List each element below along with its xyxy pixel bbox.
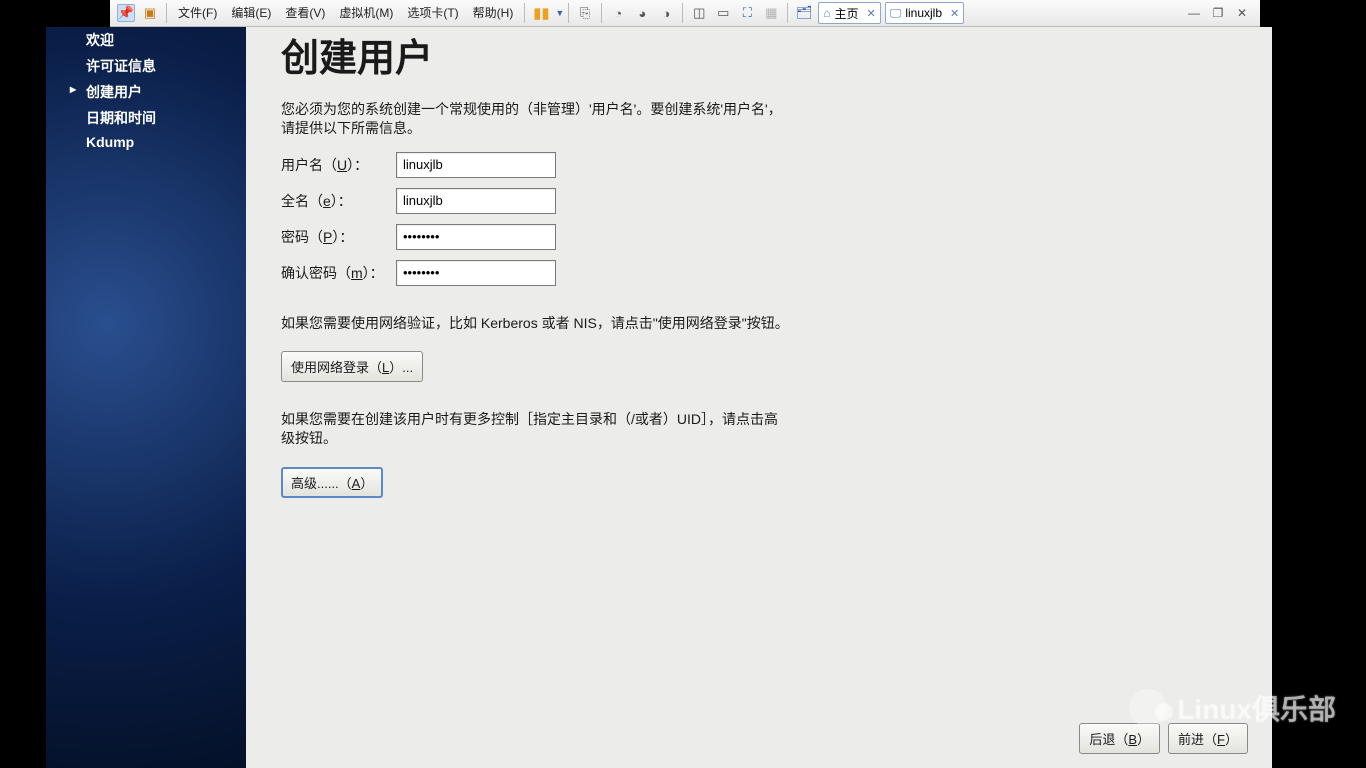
confirm-password-label: 确认密码（m）： — [281, 263, 396, 283]
setup-sidebar: 欢迎 许可证信息 创建用户 日期和时间 Kdump — [46, 27, 246, 768]
sidebar-item-datetime[interactable]: 日期和时间 — [46, 105, 246, 131]
fullname-label: 全名（e）： — [281, 191, 396, 211]
tab-home-label: 主页 — [835, 5, 859, 22]
close-button[interactable]: ✕ — [1234, 6, 1250, 20]
view-split-icon[interactable]: ◫ — [690, 4, 708, 22]
content-pane: 创建用户 您必须为您的系统创建一个常规使用的（非管理）'用户名'。要创建系统'用… — [246, 27, 1272, 768]
menu-edit[interactable]: 编辑(E) — [224, 0, 278, 27]
advanced-button[interactable]: 高级......（A） — [281, 467, 383, 498]
vmware-icon[interactable]: ▣ — [141, 4, 159, 22]
sidebar-item-kdump[interactable]: Kdump — [46, 131, 246, 153]
menu-file[interactable]: 文件(F) — [171, 0, 224, 27]
fullscreen-icon[interactable]: ⛶ — [738, 4, 756, 22]
confirm-password-input[interactable] — [396, 260, 556, 286]
snapshot-revert-icon[interactable]: ◕ — [633, 4, 651, 22]
close-icon[interactable]: ✕ — [867, 7, 876, 20]
back-button[interactable]: 后退（B） — [1079, 723, 1160, 754]
network-login-description: 如果您需要使用网络验证，比如 Kerberos 或者 NIS，请点击"使用网络登… — [281, 314, 791, 333]
vm-icon: 🖵 — [890, 6, 902, 21]
page-description: 您必须为您的系统创建一个常规使用的（非管理）'用户名'。要创建系统'用户名'，请… — [281, 100, 791, 138]
snapshot-take-icon[interactable]: ◔ — [609, 4, 627, 22]
send-ctrl-alt-del-icon[interactable]: ⎘ — [576, 4, 594, 22]
unity-icon[interactable]: ▦ — [762, 4, 780, 22]
page-title: 创建用户 — [281, 27, 1272, 82]
menu-vm[interactable]: 虚拟机(M) — [332, 0, 400, 27]
fullname-input[interactable] — [396, 188, 556, 214]
forward-button[interactable]: 前进（F） — [1168, 723, 1248, 754]
host-toolbar: 📌 ▣ 文件(F) 编辑(E) 查看(V) 虚拟机(M) 选项卡(T) 帮助(H… — [110, 0, 1260, 27]
dropdown-icon[interactable]: ▼ — [555, 8, 564, 18]
tab-vm-label: linuxjlb — [905, 6, 942, 20]
vm-display: 欢迎 许可证信息 创建用户 日期和时间 Kdump 创建用户 您必须为您的系统创… — [46, 27, 1272, 768]
advanced-description: 如果您需要在创建该用户时有更多控制［指定主目录和（/或者）UID］，请点击高级按… — [281, 410, 791, 448]
menu-help[interactable]: 帮助(H) — [466, 0, 521, 27]
menu-tabs[interactable]: 选项卡(T) — [400, 0, 465, 27]
network-login-button[interactable]: 使用网络登录（L）... — [281, 351, 423, 382]
password-label: 密码（P）： — [281, 227, 396, 247]
pin-icon[interactable]: 📌 — [117, 4, 135, 22]
sidebar-item-license[interactable]: 许可证信息 — [46, 53, 246, 79]
tab-vm[interactable]: 🖵 linuxjlb ✕ — [885, 2, 964, 24]
view-console-icon[interactable]: ▭ — [714, 4, 732, 22]
pause-icon[interactable]: ▮▮ — [532, 4, 550, 22]
minimize-button[interactable]: — — [1186, 6, 1202, 20]
close-icon[interactable]: ✕ — [950, 7, 959, 20]
username-input[interactable] — [396, 152, 556, 178]
username-label: 用户名（U）： — [281, 155, 396, 175]
library-icon[interactable]: 🗂 — [795, 4, 813, 22]
maximize-button[interactable]: ❐ — [1210, 6, 1226, 20]
snapshot-manage-icon[interactable]: ◑ — [657, 4, 675, 22]
home-icon: ⌂ — [823, 6, 830, 20]
password-input[interactable] — [396, 224, 556, 250]
sidebar-item-create-user[interactable]: 创建用户 — [46, 79, 246, 105]
tab-home[interactable]: ⌂ 主页 ✕ — [818, 2, 880, 24]
menu-view[interactable]: 查看(V) — [278, 0, 332, 27]
sidebar-item-welcome[interactable]: 欢迎 — [46, 27, 246, 53]
